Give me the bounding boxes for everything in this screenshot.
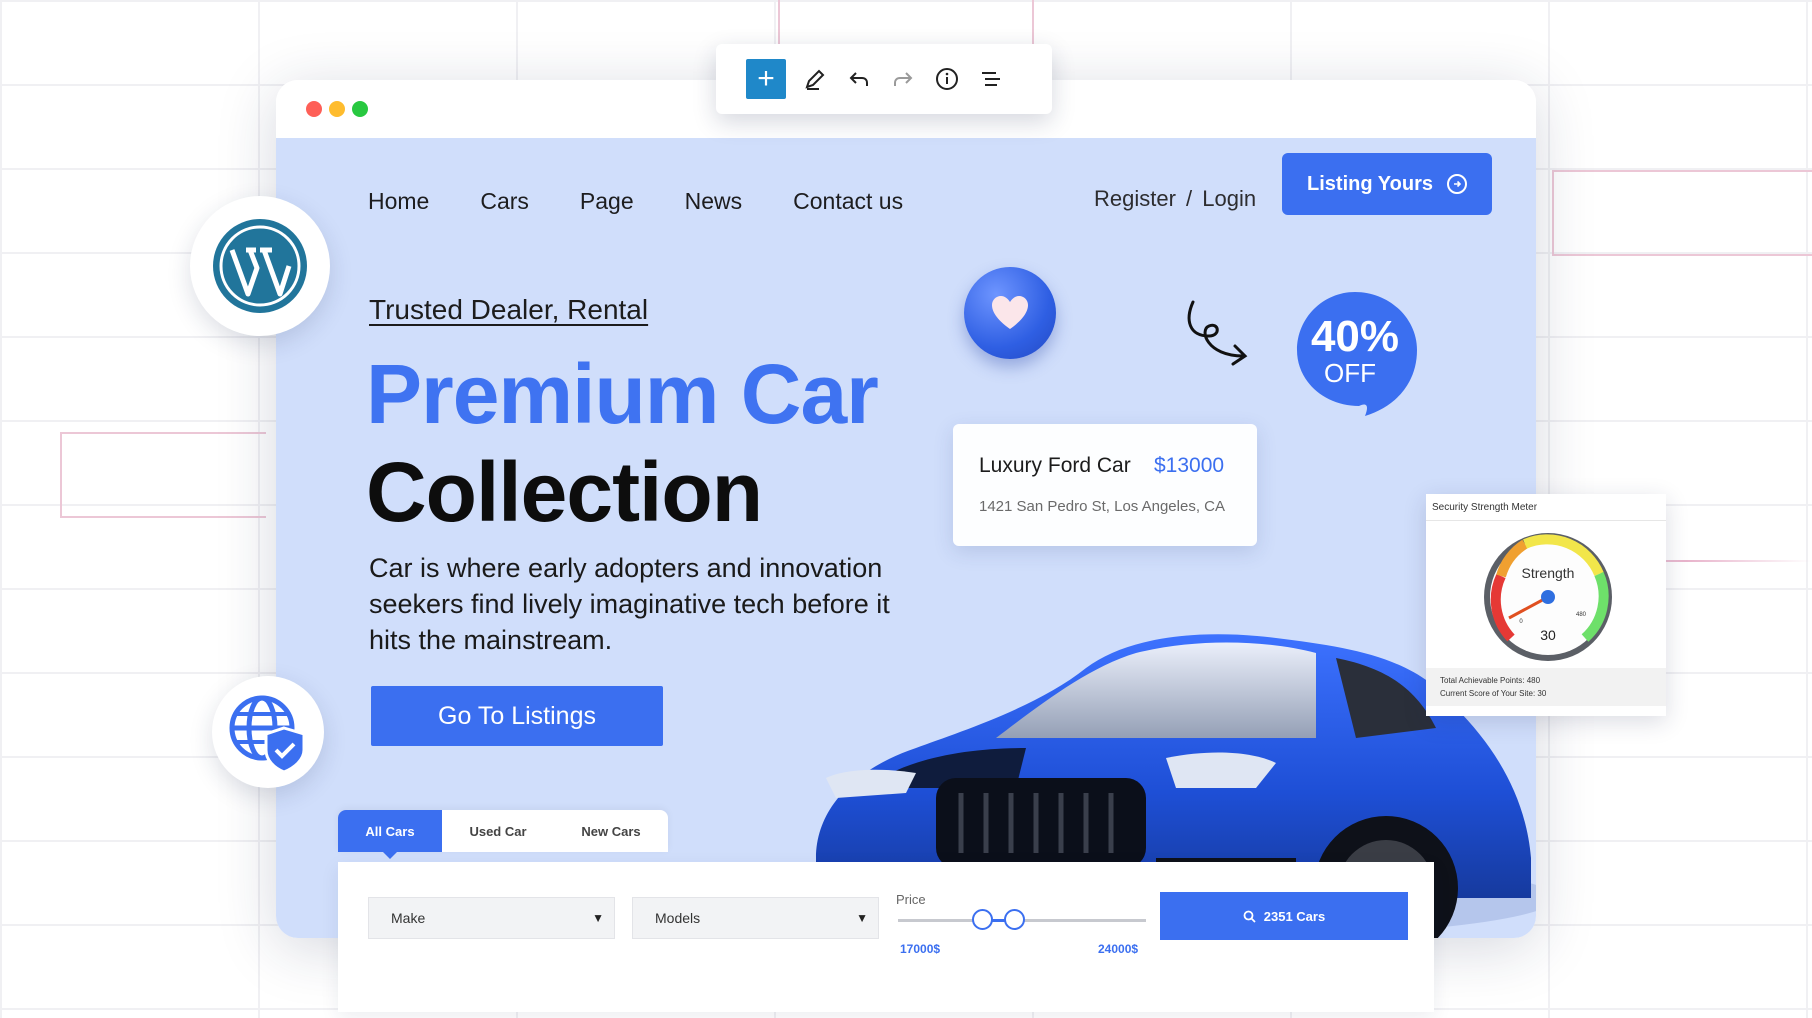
wordpress-icon [213,219,307,313]
make-select[interactable]: Make ▼ [368,897,615,939]
window-close-dot[interactable] [306,101,322,117]
search-button-label: 2351 Cars [1263,908,1326,924]
nav-contact[interactable]: Contact us [793,188,903,215]
current-score-text: Current Score of Your Site: 30 [1440,689,1547,698]
redo-icon[interactable] [888,64,918,94]
search-filter-bar: Make ▼ Models ▼ Price 17000$ 24000$ 2351… [338,862,1434,1012]
listing-card[interactable]: Luxury Ford Car $13000 1421 San Pedro St… [953,424,1257,546]
arrow-squiggle-icon [1187,300,1248,366]
undo-icon[interactable] [844,64,874,94]
globe-shield-badge [212,676,324,788]
price-max-value: 24000$ [1098,942,1139,956]
strength-gauge: Strength 30 0 480 [1484,533,1612,661]
wordpress-badge [190,196,330,336]
nav-home[interactable]: Home [368,188,429,215]
window-minimize-dot[interactable] [329,101,345,117]
website-hero: Home Cars Page News Contact us Register … [276,138,1536,938]
nav-news[interactable]: News [685,188,743,215]
models-select[interactable]: Models ▼ [632,897,879,939]
chevron-down-icon: ▼ [856,911,868,925]
price-label: Price [896,892,926,907]
globe-shield-icon [229,695,306,774]
list-icon[interactable] [976,64,1006,94]
hero-title-line1: Premium Car [366,347,879,441]
price-slider-max-handle[interactable] [1004,909,1025,930]
heart-icon [992,296,1028,329]
make-select-value: Make [391,910,426,926]
nav-cars[interactable]: Cars [480,188,529,215]
security-meter-card: Security Strength Meter Strength 30 0 48… [1426,494,1666,716]
chevron-down-icon: ▼ [592,911,604,925]
search-cars-button[interactable]: 2351 Cars [1160,892,1408,940]
decor-pink-box-top [778,0,1034,50]
plus-icon[interactable]: + [746,59,786,99]
car-type-tabs: All Cars Used Car New Cars [338,810,668,859]
hero-tagline: Trusted Dealer, Rental [369,294,649,325]
editor-toolbar: + [716,44,1052,114]
browser-window: Home Cars Page News Contact us Register … [276,80,1536,938]
login-link[interactable]: Login [1202,186,1256,211]
total-points-text: Total Achievable Points: 480 [1440,676,1541,685]
nav-page[interactable]: Page [580,188,634,215]
search-icon [1243,910,1256,923]
discount-badge: 40% OFF [1293,288,1423,418]
favorite-bubble[interactable] [964,267,1056,359]
go-to-listings-button[interactable]: Go To Listings [371,686,663,746]
security-meter-footer: Total Achievable Points: 480 Current Sco… [1426,668,1666,706]
listing-card-name: Luxury Ford Car [979,454,1131,477]
hero-title-line2: Collection [366,445,763,539]
main-nav: Home Cars Page News Contact us [368,188,903,215]
models-select-value: Models [655,910,701,926]
window-maximize-dot[interactable] [352,101,368,117]
register-link[interactable]: Register [1094,186,1176,211]
listing-yours-button[interactable]: Listing Yours [1282,153,1492,215]
decor-pink-box-right [1552,170,1812,256]
auth-separator: / [1186,186,1193,211]
gauge-scale-max: 480 [1576,612,1587,618]
pencil-icon[interactable] [800,64,830,94]
divider [1426,520,1666,521]
arrow-circle-right-icon [1446,174,1467,194]
price-min-value: 17000$ [900,942,941,956]
discount-percent: 40% [1310,312,1400,361]
info-icon[interactable] [932,64,962,94]
tab-used-car[interactable]: Used Car [442,810,554,852]
listing-button-label: Listing Yours [1307,172,1433,195]
decor-pink-box-left [60,432,266,518]
discount-off: OFF [1324,358,1376,388]
price-slider-min-handle[interactable] [972,909,993,930]
listing-card-price: $13000 [1154,454,1225,477]
tab-all-cars[interactable]: All Cars [338,810,442,859]
listing-card-address: 1421 San Pedro St, Los Angeles, CA [979,498,1225,515]
auth-links: Register / Login [1094,186,1256,212]
gauge-label: Strength [1522,565,1575,581]
gauge-value: 30 [1540,627,1556,643]
security-meter-title: Security Strength Meter [1432,502,1538,513]
tab-new-cars[interactable]: New Cars [554,810,668,852]
